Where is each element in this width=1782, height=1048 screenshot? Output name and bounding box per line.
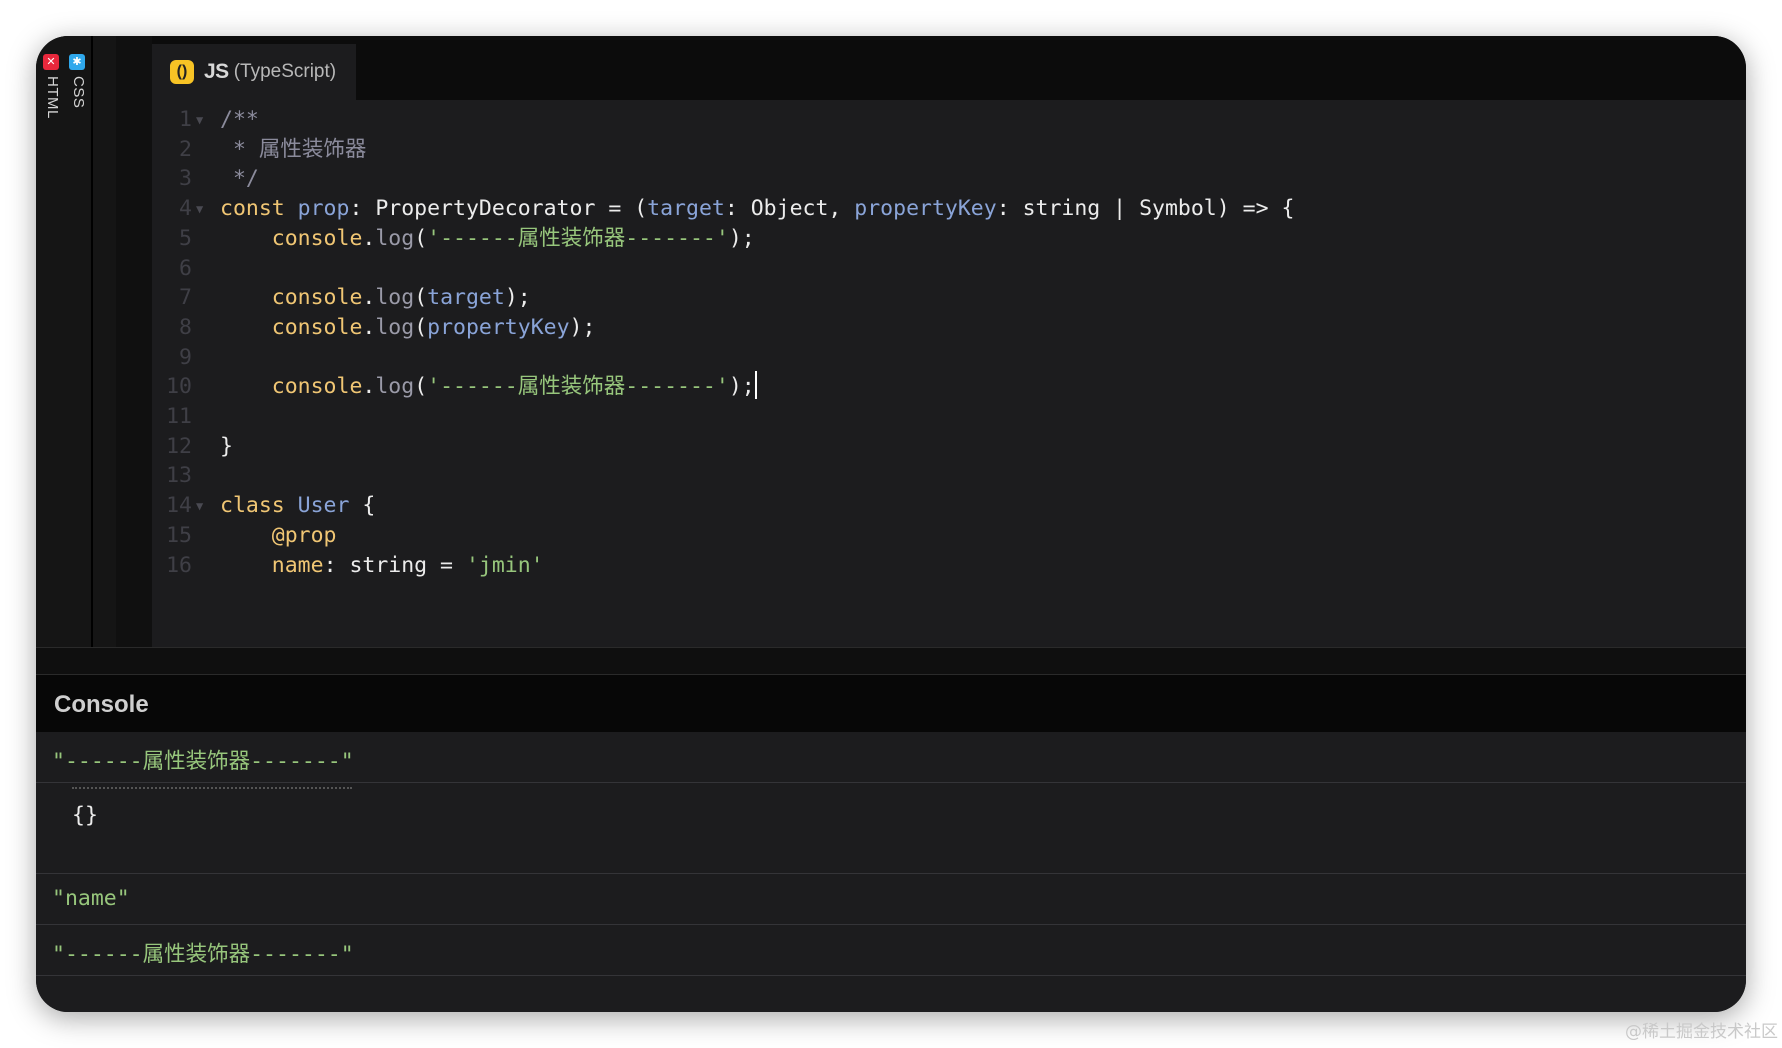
code-token: : string | Symbol) => { — [996, 196, 1295, 222]
code-token: ( — [414, 285, 428, 311]
code-token: */ — [220, 166, 259, 192]
code-token: ); — [569, 314, 596, 340]
code-token: '------属性装饰器-------' — [427, 374, 729, 400]
console-log-faint-line — [72, 787, 352, 795]
code-token: log — [375, 314, 415, 340]
code-line[interactable]: 16 name: string = 'jmin' — [152, 549, 1746, 583]
side-gap — [116, 36, 152, 647]
code-editor[interactable]: 1 ▼/** 2 * 属性装饰器 3 */4 ▼ const prop: Property… — [152, 100, 1746, 646]
js-icon: () — [170, 60, 194, 84]
code-token: const — [220, 196, 298, 222]
code-token: console — [220, 374, 363, 400]
tab-css-label: CSS — [70, 76, 87, 109]
code-token: console — [220, 225, 363, 251]
code-token: } — [220, 433, 233, 459]
console-log-text: "------属性装饰器-------" — [52, 749, 354, 774]
console-log-entry: "name" — [36, 874, 1746, 925]
console-log-text: "------属性装饰器-------" — [52, 942, 354, 967]
code-token: /** — [220, 107, 259, 132]
code-token: { — [349, 493, 376, 519]
code-token: console — [220, 314, 363, 340]
code-playground-window: ✕ HTML ✱ CSS () JS (TypeScript) 1 ▼/** 2 *… — [36, 36, 1746, 1012]
code-token: propertyKey — [427, 314, 570, 340]
code-token: ( — [414, 374, 428, 400]
code-token: console — [220, 285, 363, 311]
html-icon: ✕ — [43, 54, 59, 70]
code-token: . — [362, 374, 376, 400]
console-title: Console — [54, 691, 149, 718]
console-log-object[interactable]: {} — [72, 803, 98, 828]
code-token: 'jmin' — [465, 552, 544, 578]
console-log-entry: {} — [36, 783, 1746, 874]
tab-html[interactable]: ✕ HTML — [38, 50, 64, 140]
code-token: * 属性装饰器 — [220, 136, 367, 162]
code-token: log — [375, 225, 415, 251]
code-token: log — [375, 285, 415, 311]
console-resize-bar[interactable] — [36, 647, 1746, 675]
code-token: class — [220, 493, 298, 519]
code-token: ); — [504, 285, 531, 311]
watermark: @稀土掘金技术社区 — [1625, 1022, 1778, 1042]
code-token: name — [220, 552, 324, 578]
console-log-entry: "------属性装饰器-------" — [36, 732, 1746, 783]
code-token: target — [647, 196, 725, 222]
tab-title: JS — [204, 60, 229, 83]
tab-subtitle: (TypeScript) — [233, 61, 337, 82]
editor-tab-bar: () JS (TypeScript) — [152, 36, 1746, 100]
code-token: '------属性装饰器-------' — [427, 225, 729, 251]
code-token: . — [362, 285, 376, 311]
code-token: : Object, — [724, 196, 855, 222]
text-cursor — [754, 371, 757, 400]
css-icon: ✱ — [69, 54, 85, 70]
code-token: ); — [728, 374, 755, 400]
code-token: ( — [414, 314, 428, 340]
code-token: target — [427, 285, 505, 311]
console-log-entry: "------属性装饰器-------" — [36, 925, 1746, 976]
code-token: propertyKey — [854, 196, 997, 222]
code-token: User — [297, 493, 350, 519]
language-side-tabs: ✕ HTML ✱ CSS — [36, 36, 116, 647]
tab-css[interactable]: ✱ CSS — [64, 50, 90, 140]
code-token: : PropertyDecorator = ( — [349, 196, 648, 222]
code-token: ); — [728, 225, 755, 251]
code-token: . — [362, 225, 376, 251]
code-token: ( — [414, 225, 428, 251]
line-number: 16 — [166, 552, 192, 578]
code-token: . — [362, 314, 376, 340]
console-header: Console — [36, 675, 1746, 732]
code-token: : string = — [323, 552, 466, 578]
tab-js-typescript[interactable]: () JS (TypeScript) — [152, 44, 356, 100]
tab-html-label: HTML — [44, 76, 61, 119]
console-output: "------属性装饰器-------" {} "name" "------属性… — [36, 732, 1746, 1012]
code-token: prop — [297, 196, 350, 222]
console-log-text: "name" — [52, 886, 130, 911]
code-token: log — [375, 374, 415, 400]
code-token: @prop — [220, 522, 337, 548]
side-tabs-divider — [91, 36, 93, 647]
code-text: name: string = 'jmin' — [220, 549, 544, 583]
